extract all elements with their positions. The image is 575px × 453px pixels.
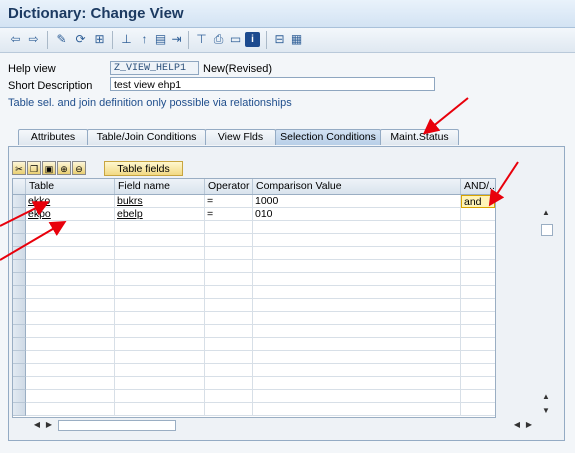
annotation-arrow-maint-status bbox=[422, 97, 469, 135]
annotation-arrow-ekko bbox=[0, 201, 50, 227]
annotation-arrows bbox=[0, 97, 519, 261]
annotation-arrow-ekpo bbox=[0, 220, 67, 261]
annotation-arrow-and-or bbox=[488, 161, 519, 207]
